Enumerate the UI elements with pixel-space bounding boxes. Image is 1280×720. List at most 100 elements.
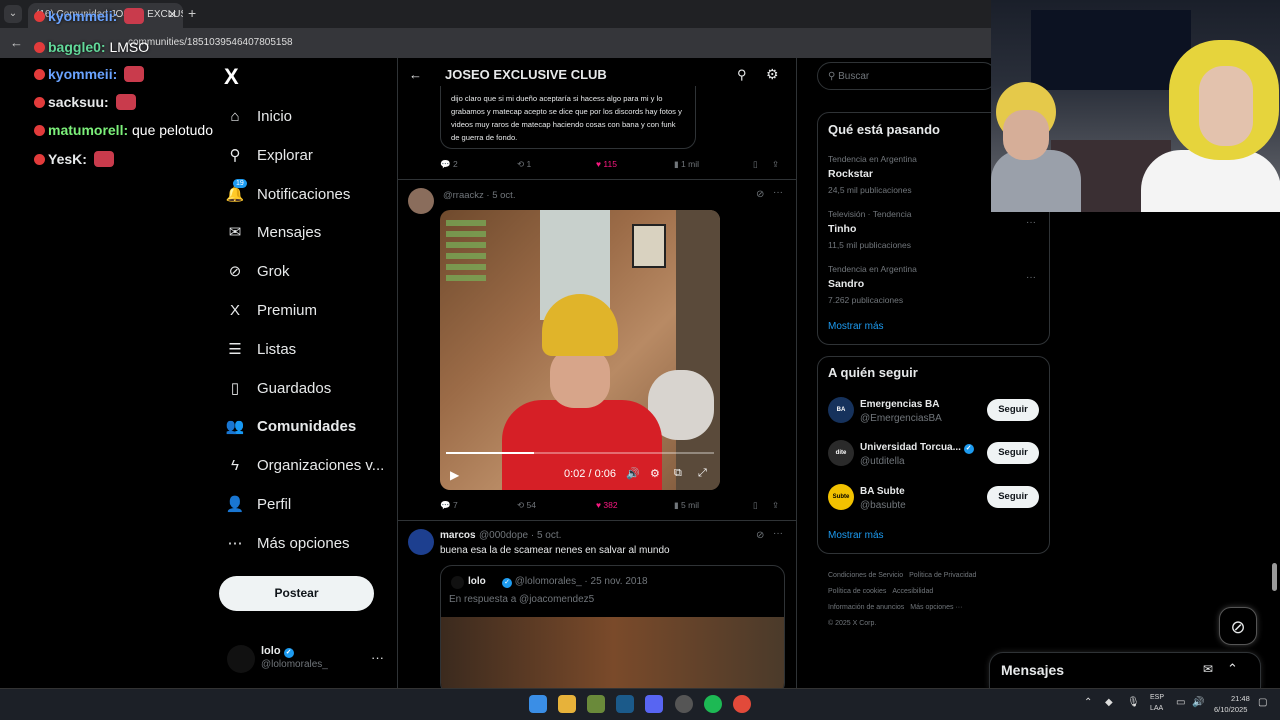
spotify-icon[interactable] xyxy=(704,695,722,713)
messages-title[interactable]: Mensajes xyxy=(1001,662,1064,678)
footer-link[interactable]: Política de cookies xyxy=(828,588,886,595)
url-text[interactable]: communities/1851039546407805158 xyxy=(128,37,293,48)
tweet-meta[interactable]: @000dope · 5 oct. xyxy=(479,530,561,541)
retweet-icon[interactable]: ⟲ 1 xyxy=(517,159,531,170)
sidebar-item-listas[interactable]: ☰ Listas xyxy=(226,334,296,364)
follow-suggestion[interactable]: dite Universidad Torcua... ✓ @utditella Seg… xyxy=(828,440,1040,470)
more-icon[interactable]: ··· xyxy=(773,528,783,539)
chrome-icon[interactable] xyxy=(733,695,751,713)
show-more-trends-link[interactable]: Mostrar más xyxy=(828,321,884,332)
trend-item[interactable]: Tendencia en Argentina Sandro 7.262 public… xyxy=(828,264,917,305)
like-icon[interactable]: ♥ 382 xyxy=(596,500,618,510)
retweet-icon[interactable]: ⟲ 54 xyxy=(517,500,536,511)
windows-start-icon[interactable] xyxy=(529,695,547,713)
tweet-author[interactable]: marcos xyxy=(440,530,476,541)
speaker-icon[interactable]: 🔊 xyxy=(1192,697,1204,708)
bookmark-icon[interactable]: ▯ xyxy=(753,500,758,511)
sidebar-item-guardados[interactable]: ▯ Guardados xyxy=(226,373,331,403)
new-message-icon[interactable]: ✉ xyxy=(1203,662,1213,676)
sidebar-item-perfil[interactable]: 👤 Perfil xyxy=(226,489,292,519)
tweet-meta[interactable]: @rraackz · 5 oct. xyxy=(443,190,515,201)
sidebar-item-más-opciones[interactable]: ⋯ Más opciones xyxy=(226,528,350,558)
reply-icon[interactable]: 💬 7 xyxy=(440,500,458,511)
quoted-tweet-text[interactable]: dijo claro que si mi dueño aceptaría si … xyxy=(440,86,696,149)
follow-name[interactable]: BA Subte xyxy=(860,486,905,497)
quoted-tweet[interactable]: lolo ✓ @lolomorales_ · 25 nov. 2018 En r… xyxy=(440,565,785,695)
share-icon[interactable]: ⇪ xyxy=(772,500,779,511)
sidebar-item-premium[interactable]: X Premium xyxy=(226,295,317,325)
footer-link[interactable]: Información de anuncios xyxy=(828,604,904,611)
sidebar-item-inicio[interactable]: ⌂ Inicio xyxy=(226,101,292,131)
footer-link[interactable]: Accesibilidad xyxy=(892,588,933,595)
browser-back-icon[interactable]: ← xyxy=(10,35,23,50)
follow-suggestion[interactable]: Subte BA Subte @basubte Seguir xyxy=(828,484,1040,514)
avatar[interactable] xyxy=(408,188,434,214)
grok-icon[interactable]: ⊘ xyxy=(756,530,764,541)
sidebar-item-notificaciones[interactable]: 🔔 19 Notificaciones xyxy=(226,179,350,209)
more-icon[interactable]: ··· xyxy=(773,187,783,198)
obs-icon[interactable] xyxy=(675,695,693,713)
share-icon[interactable]: ⇪ xyxy=(772,159,779,170)
video-progress-bar[interactable] xyxy=(446,452,714,454)
play-icon[interactable]: ▶ xyxy=(450,468,459,482)
follow-button[interactable]: Seguir xyxy=(987,486,1039,508)
views-icon[interactable]: ▮ 1 mil xyxy=(674,159,699,170)
avatar[interactable] xyxy=(227,645,255,673)
views-icon[interactable]: ▮ 5 mil xyxy=(674,500,699,511)
tab-close-icon[interactable]: ✕ xyxy=(168,8,177,21)
avatar[interactable]: Subte xyxy=(828,484,854,510)
follow-name[interactable]: Emergencias BA xyxy=(860,399,939,410)
account-more-icon[interactable]: ··· xyxy=(371,650,384,665)
clock-time[interactable]: 21:48 xyxy=(1231,694,1250,703)
notifications-icon[interactable]: ▢ xyxy=(1258,697,1267,708)
footer-link[interactable]: Más opciones ··· xyxy=(910,604,962,611)
scrollbar-thumb[interactable] xyxy=(1272,563,1277,591)
follow-button[interactable]: Seguir xyxy=(987,399,1039,421)
reply-icon[interactable]: 💬 2 xyxy=(440,159,458,170)
video-player[interactable]: ▶ 0:02 / 0:06 🔊 ⚙ ⧉ ⤢ xyxy=(440,210,720,490)
pip-icon[interactable]: ⧉ xyxy=(674,467,682,480)
avatar[interactable]: dite xyxy=(828,440,854,466)
quoted-image[interactable] xyxy=(441,617,784,694)
post-button[interactable]: Postear xyxy=(219,576,374,611)
avatar[interactable]: BA xyxy=(828,397,854,423)
network-icon[interactable]: ▭ xyxy=(1176,697,1185,708)
new-tab-button[interactable]: + xyxy=(188,5,196,21)
footer-link[interactable]: Política de Privacidad xyxy=(909,572,976,579)
sidebar-item-organizaciones-v[interactable]: ϟ Organizaciones v... xyxy=(226,450,384,480)
like-icon[interactable]: ♥ 115 xyxy=(596,159,617,169)
gear-icon[interactable]: ⚙ xyxy=(766,66,779,83)
fullscreen-icon[interactable]: ⤢ xyxy=(698,467,707,480)
follow-name[interactable]: Universidad Torcua... ✓ xyxy=(860,442,974,454)
search-input[interactable]: ⚲ Buscar xyxy=(817,62,997,90)
x-logo[interactable]: X xyxy=(224,64,239,90)
sidebar-item-grok[interactable]: ⊘ Grok xyxy=(226,256,290,286)
keyboard-language[interactable]: ESP xyxy=(1150,694,1164,701)
discord-icon[interactable] xyxy=(645,695,663,713)
show-more-follow-link[interactable]: Mostrar más xyxy=(828,530,884,541)
back-arrow-icon[interactable]: ← xyxy=(409,67,422,82)
volume-icon[interactable]: 🔊 xyxy=(626,467,640,480)
chevron-up-icon[interactable]: ⌃ xyxy=(1227,661,1238,677)
keyboard-layout[interactable]: LAA xyxy=(1150,705,1163,712)
microphone-icon[interactable]: 🎙 xyxy=(1127,697,1140,708)
grok-fab-icon[interactable]: ⊘ xyxy=(1219,607,1257,645)
footer-link[interactable]: © 2025 X Corp. xyxy=(828,620,876,627)
account-name[interactable]: lolo ✓ xyxy=(261,645,294,658)
sidebar-item-mensajes[interactable]: ✉ Mensajes xyxy=(226,217,322,247)
file-explorer-icon[interactable] xyxy=(558,695,576,713)
sidebar-item-explorar[interactable]: ⚲ Explorar xyxy=(226,140,313,170)
footer-link[interactable]: Condiciones de Servicio xyxy=(828,572,903,579)
trend-item[interactable]: Televisión · Tendencia Tinho 11,5 mil publ… xyxy=(828,209,911,250)
follow-button[interactable]: Seguir xyxy=(987,442,1039,464)
trend-item[interactable]: Tendencia en Argentina Rockstar 24,5 mil p… xyxy=(828,154,917,195)
trend-more-icon[interactable]: ··· xyxy=(1026,217,1036,228)
settings-icon[interactable]: ⚙ xyxy=(650,467,660,480)
tab-list-button[interactable]: ⌄ xyxy=(4,5,22,23)
avatar[interactable] xyxy=(408,529,434,555)
search-icon[interactable]: ⚲ xyxy=(737,67,747,83)
follow-suggestion[interactable]: BA Emergencias BA @EmergenciasBA Seguir xyxy=(828,397,1040,427)
sidebar-item-comunidades[interactable]: 👥 Comunidades xyxy=(226,411,357,441)
steam-icon[interactable] xyxy=(616,695,634,713)
grok-icon[interactable]: ⊘ xyxy=(756,189,764,200)
